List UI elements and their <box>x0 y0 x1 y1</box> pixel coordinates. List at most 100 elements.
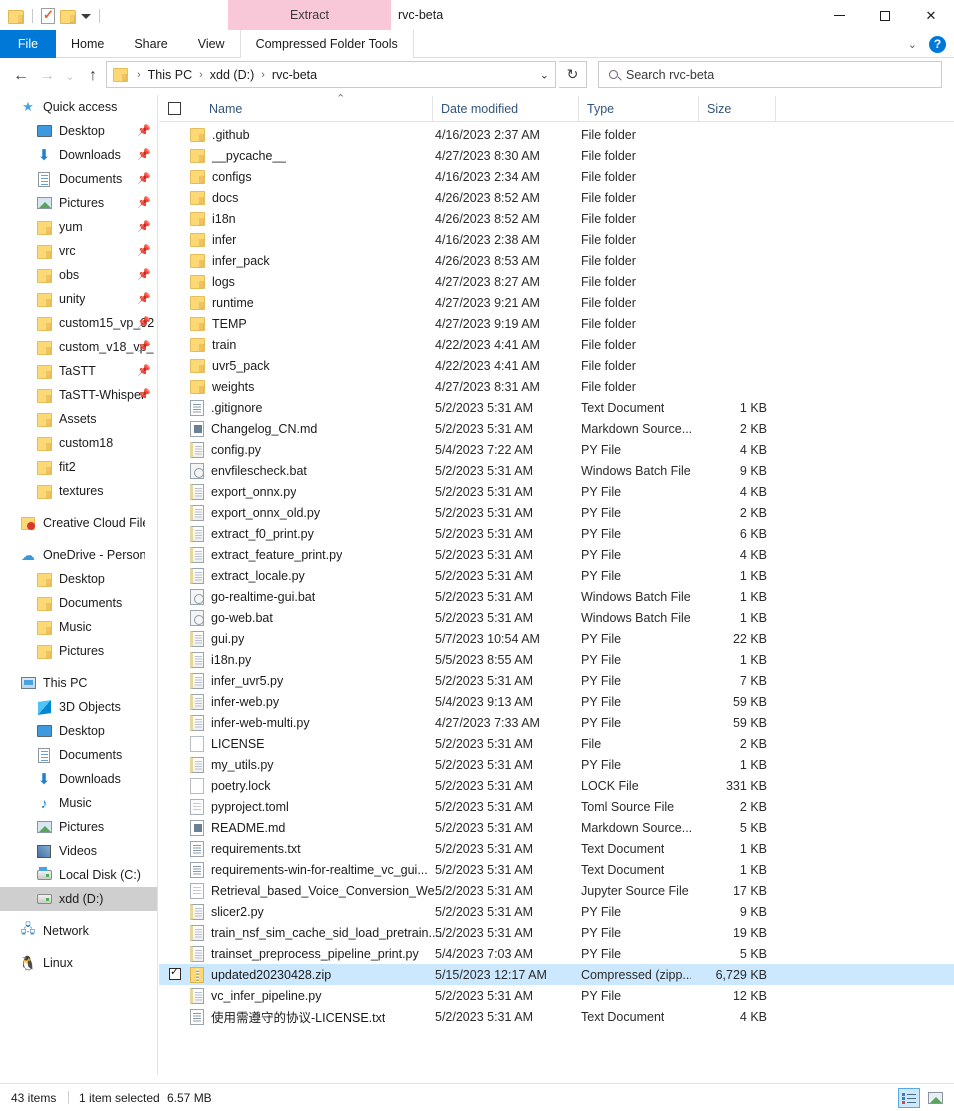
file-name-cell[interactable]: README.md <box>190 820 285 836</box>
customize-dropdown-icon[interactable] <box>81 14 91 19</box>
table-row[interactable]: gui.py5/7/2023 10:54 AMPY File22 KB <box>159 628 954 649</box>
table-row[interactable]: my_utils.py5/2/2023 5:31 AMPY File1 KB <box>159 754 954 775</box>
pin-icon[interactable]: 📌 <box>137 244 148 257</box>
table-row[interactable]: configs4/16/2023 2:34 AMFile folder <box>159 166 954 187</box>
file-name-cell[interactable]: updated20230428.zip <box>190 967 331 983</box>
pin-icon[interactable]: 📌 <box>137 268 148 281</box>
breadcrumb-dropdown-icon[interactable]: ⌄ <box>540 68 549 81</box>
sidebar-item-documents[interactable]: Documents📌 <box>0 167 157 191</box>
table-row[interactable]: trainset_preprocess_pipeline_print.py5/4… <box>159 943 954 964</box>
sidebar-item-custom15-vp-02[interactable]: custom15_vp_02📌 <box>0 311 157 335</box>
table-row[interactable]: updated20230428.zip5/15/2023 12:17 AMCom… <box>159 964 954 985</box>
sidebar-item-music[interactable]: Music <box>0 615 157 639</box>
sidebar-item-videos[interactable]: Videos <box>0 839 157 863</box>
pin-icon[interactable]: 📌 <box>137 388 148 401</box>
table-row[interactable]: pyproject.toml5/2/2023 5:31 AMToml Sourc… <box>159 796 954 817</box>
file-name-cell[interactable]: Changelog_CN.md <box>190 421 317 437</box>
select-all-checkbox[interactable] <box>168 102 181 115</box>
tab-compressed-folder-tools[interactable]: Compressed Folder Tools <box>240 30 414 58</box>
file-name-cell[interactable]: gui.py <box>190 631 244 647</box>
tab-file[interactable]: File <box>0 30 56 58</box>
file-name-cell[interactable]: .gitignore <box>190 400 262 416</box>
file-name-cell[interactable]: go-web.bat <box>190 610 273 626</box>
details-view-button[interactable] <box>898 1088 920 1108</box>
sidebar-item-this-pc[interactable]: This PC <box>0 671 157 695</box>
table-row[interactable]: __pycache__4/27/2023 8:30 AMFile folder <box>159 145 954 166</box>
file-name-cell[interactable]: slicer2.py <box>190 904 264 920</box>
table-row[interactable]: config.py5/4/2023 7:22 AMPY File4 KB <box>159 439 954 460</box>
table-row[interactable]: logs4/27/2023 8:27 AMFile folder <box>159 271 954 292</box>
sidebar-item-pictures[interactable]: Pictures <box>0 639 157 663</box>
table-row[interactable]: .gitignore5/2/2023 5:31 AMText Document1… <box>159 397 954 418</box>
column-header-date-modified[interactable]: Date modified <box>432 96 578 122</box>
table-row[interactable]: infer_pack4/26/2023 8:53 AMFile folder <box>159 250 954 271</box>
file-list[interactable]: .github4/16/2023 2:37 AMFile folder__pyc… <box>159 124 954 1074</box>
file-name-cell[interactable]: train <box>190 338 236 352</box>
refresh-button[interactable]: ↻ <box>559 61 587 88</box>
file-name-cell[interactable]: pyproject.toml <box>190 799 289 815</box>
close-button[interactable]: ✕ <box>908 0 954 31</box>
sidebar-item-fit2[interactable]: fit2 <box>0 455 157 479</box>
file-name-cell[interactable]: TEMP <box>190 317 247 331</box>
table-row[interactable]: infer-web.py5/4/2023 9:13 AMPY File59 KB <box>159 691 954 712</box>
table-row[interactable]: LICENSE5/2/2023 5:31 AMFile2 KB <box>159 733 954 754</box>
table-row[interactable]: go-web.bat5/2/2023 5:31 AMWindows Batch … <box>159 607 954 628</box>
maximize-button[interactable] <box>862 0 908 31</box>
file-name-cell[interactable]: export_onnx_old.py <box>190 505 320 521</box>
column-header-name[interactable]: Name ⌃ <box>201 96 432 122</box>
table-row[interactable]: README.md5/2/2023 5:31 AMMarkdown Source… <box>159 817 954 838</box>
sidebar-item-desktop[interactable]: Desktop📌 <box>0 119 157 143</box>
up-button[interactable]: ↑ <box>80 62 106 90</box>
file-name-cell[interactable]: extract_locale.py <box>190 568 305 584</box>
table-row[interactable]: export_onnx_old.py5/2/2023 5:31 AMPY Fil… <box>159 502 954 523</box>
sidebar-item-pictures[interactable]: Pictures <box>0 815 157 839</box>
table-row[interactable]: TEMP4/27/2023 9:19 AMFile folder <box>159 313 954 334</box>
file-name-cell[interactable]: trainset_preprocess_pipeline_print.py <box>190 946 419 962</box>
file-name-cell[interactable]: .github <box>190 128 250 142</box>
file-name-cell[interactable]: extract_feature_print.py <box>190 547 342 563</box>
table-row[interactable]: Changelog_CN.md5/2/2023 5:31 AMMarkdown … <box>159 418 954 439</box>
large-icons-view-button[interactable] <box>924 1088 946 1108</box>
file-name-cell[interactable]: vc_infer_pipeline.py <box>190 988 322 1004</box>
back-button[interactable]: ← <box>8 62 34 90</box>
file-name-cell[interactable]: i18n <box>190 212 236 226</box>
file-name-cell[interactable]: __pycache__ <box>190 149 286 163</box>
table-row[interactable]: train_nsf_sim_cache_sid_load_pretrain...… <box>159 922 954 943</box>
table-row[interactable]: runtime4/27/2023 9:21 AMFile folder <box>159 292 954 313</box>
forward-button[interactable]: → <box>34 62 60 90</box>
sidebar-item-assets[interactable]: Assets <box>0 407 157 431</box>
sidebar-item-local-disk-c[interactable]: Local Disk (C:) <box>0 863 157 887</box>
table-row[interactable]: go-realtime-gui.bat5/2/2023 5:31 AMWindo… <box>159 586 954 607</box>
table-row[interactable]: train4/22/2023 4:41 AMFile folder <box>159 334 954 355</box>
file-name-cell[interactable]: infer <box>190 233 236 247</box>
file-name-cell[interactable]: infer_uvr5.py <box>190 673 283 689</box>
sidebar-item-linux[interactable]: 🐧Linux <box>0 951 157 975</box>
pin-icon[interactable]: 📌 <box>137 124 148 137</box>
sidebar-item-desktop[interactable]: Desktop <box>0 719 157 743</box>
sidebar-item-vrc[interactable]: vrc📌 <box>0 239 157 263</box>
file-name-cell[interactable]: infer-web.py <box>190 694 279 710</box>
file-name-cell[interactable]: poetry.lock <box>190 778 271 794</box>
recent-locations-button[interactable]: ⌄ <box>60 62 80 90</box>
pin-icon[interactable]: 📌 <box>137 292 148 305</box>
table-row[interactable]: i18n4/26/2023 8:52 AMFile folder <box>159 208 954 229</box>
breadcrumb-item-xdd-d[interactable]: xdd (D:) <box>208 68 256 82</box>
table-row[interactable]: vc_infer_pipeline.py5/2/2023 5:31 AMPY F… <box>159 985 954 1006</box>
navigation-pane[interactable]: ★Quick accessDesktop📌⬇Downloads📌Document… <box>0 95 158 1075</box>
table-row[interactable]: export_onnx.py5/2/2023 5:31 AMPY File4 K… <box>159 481 954 502</box>
sidebar-item-downloads[interactable]: ⬇Downloads📌 <box>0 143 157 167</box>
file-name-cell[interactable]: infer_pack <box>190 254 270 268</box>
breadcrumb[interactable]: › This PC › xdd (D:) › rvc-beta ⌄ <box>106 61 556 88</box>
file-name-cell[interactable]: weights <box>190 380 254 394</box>
file-name-cell[interactable]: train_nsf_sim_cache_sid_load_pretrain...… <box>190 925 442 941</box>
tab-view[interactable]: View <box>183 30 240 58</box>
sidebar-item-custom-v18-vp[interactable]: custom_v18_vp_📌 <box>0 335 157 359</box>
sidebar-item-yum[interactable]: yum📌 <box>0 215 157 239</box>
file-name-cell[interactable]: requirements-win-for-realtime_vc_gui... <box>190 862 428 878</box>
table-row[interactable]: slicer2.py5/2/2023 5:31 AMPY File9 KB <box>159 901 954 922</box>
sidebar-item-obs[interactable]: obs📌 <box>0 263 157 287</box>
table-row[interactable]: envfilescheck.bat5/2/2023 5:31 AMWindows… <box>159 460 954 481</box>
file-name-cell[interactable]: LICENSE <box>190 736 265 752</box>
file-name-cell[interactable]: Retrieval_based_Voice_Conversion_We... <box>190 883 445 899</box>
sidebar-item-quick-access[interactable]: ★Quick access <box>0 95 157 119</box>
